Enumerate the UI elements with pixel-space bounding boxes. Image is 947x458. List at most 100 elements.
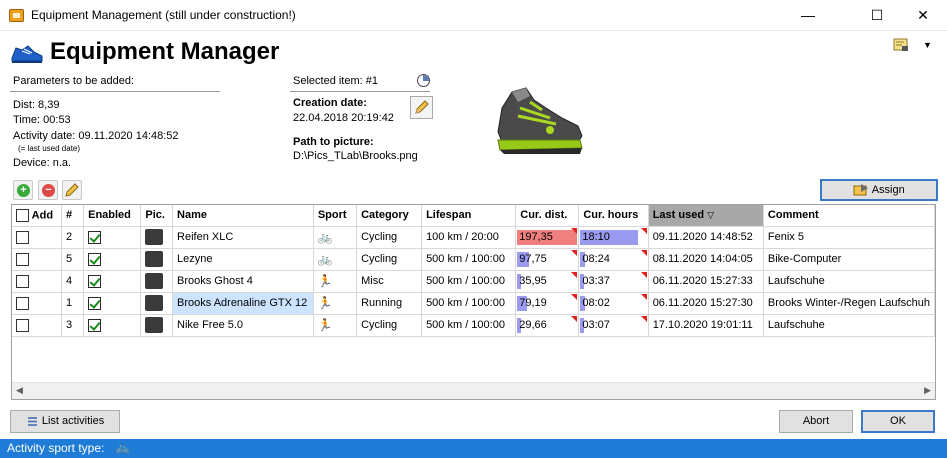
scroll-left-icon[interactable]: ◀ — [16, 385, 23, 396]
enabled-checkbox[interactable] — [88, 230, 102, 244]
table-header: Add # Enabled Pic. Name Sport Category L… — [12, 205, 935, 227]
name-cell[interactable]: Nike Free 5.0 — [172, 314, 314, 337]
column-header-comment[interactable]: Comment — [763, 205, 935, 227]
warning-marker — [571, 249, 578, 256]
running-icon: 🏃 — [317, 318, 333, 332]
enabled-checkbox[interactable] — [88, 252, 102, 266]
column-header-last-used[interactable]: Last used ▽ — [648, 205, 764, 227]
sport-cell: 🏃 — [313, 314, 358, 337]
column-header-cur-dist[interactable]: Cur. dist. — [515, 205, 580, 227]
name-cell[interactable]: Lezyne — [172, 248, 314, 271]
column-header-category[interactable]: Category — [356, 205, 423, 227]
title-bar: Equipment Management (still under constr… — [0, 0, 947, 31]
column-header-name[interactable]: Name — [172, 205, 314, 227]
close-button[interactable]: ✕ — [900, 0, 946, 31]
add-checkbox[interactable] — [16, 318, 29, 332]
add-cell[interactable] — [12, 292, 62, 315]
comment-cell: Bike-Computer — [763, 248, 935, 271]
warning-marker — [571, 227, 578, 234]
cycling-icon: 🚲 — [115, 440, 130, 454]
divider — [10, 91, 220, 92]
add-cell[interactable] — [12, 248, 62, 271]
add-item-button[interactable]: + — [13, 180, 33, 200]
table-row[interactable]: 4 Brooks Ghost 4 🏃 Misc 500 km / 100:00 35,95… — [12, 270, 935, 293]
add-cell[interactable] — [12, 314, 62, 337]
cycling-icon: 🚲 — [317, 252, 333, 266]
column-header-lifespan[interactable]: Lifespan — [421, 205, 517, 227]
path-value: D:\Pics_TLab\Brooks.png — [293, 150, 418, 162]
category-cell: Cycling — [356, 226, 423, 249]
param-device: Device: n.a. — [13, 157, 72, 169]
last-used-cell: 17.10.2020 19:01:11 — [648, 314, 764, 337]
add-checkbox[interactable] — [16, 274, 29, 288]
enabled-cell[interactable] — [83, 226, 142, 249]
table-row[interactable]: 1 Brooks Adrenaline GTX 12 🏃 Running 500 km … — [12, 292, 935, 315]
column-header-pic[interactable]: Pic. — [140, 205, 174, 227]
column-header-sport[interactable]: Sport — [313, 205, 358, 227]
pic-cell — [140, 292, 174, 315]
edit-date-button[interactable] — [410, 96, 433, 119]
select-all-checkbox[interactable] — [16, 208, 29, 222]
enabled-checkbox[interactable] — [88, 296, 102, 310]
warning-marker — [571, 271, 578, 278]
abort-button[interactable]: Abort — [779, 410, 853, 433]
divider — [290, 91, 430, 92]
enabled-cell[interactable] — [83, 292, 142, 315]
table-row[interactable]: 2 Reifen XLC 🚲 Cycling 100 km / 20:00 197,35 1… — [12, 226, 935, 249]
num-cell: 1 — [61, 292, 85, 315]
pie-chart-icon[interactable] — [417, 74, 430, 87]
pic-cell — [140, 248, 174, 271]
enabled-cell[interactable] — [83, 314, 142, 337]
add-checkbox[interactable] — [16, 230, 29, 244]
comment-cell: Laufschuhe — [763, 270, 935, 293]
enabled-cell[interactable] — [83, 248, 142, 271]
pic-cell — [140, 270, 174, 293]
column-header-add[interactable]: Add — [12, 205, 62, 227]
add-cell[interactable] — [12, 226, 62, 249]
maximize-button[interactable]: ☐ — [854, 0, 900, 31]
scroll-right-icon[interactable]: ▶ — [924, 385, 931, 396]
warning-marker — [640, 227, 647, 234]
remove-item-button[interactable]: − — [38, 180, 58, 200]
pic-cell — [140, 314, 174, 337]
name-cell[interactable]: Reifen XLC — [172, 226, 314, 249]
name-cell[interactable]: Brooks Ghost 4 — [172, 270, 314, 293]
lifespan-cell: 500 km / 100:00 — [421, 314, 517, 337]
last-used-cell: 09.11.2020 14:48:52 — [648, 226, 764, 249]
warning-marker — [571, 315, 578, 322]
table-row[interactable]: 3 Nike Free 5.0 🏃 Cycling 500 km / 100:00 29,… — [12, 314, 935, 337]
sport-cell: 🚲 — [313, 248, 358, 271]
equipment-table: Add # Enabled Pic. Name Sport Category L… — [11, 204, 936, 400]
column-header-num[interactable]: # — [61, 205, 85, 227]
window-title: Equipment Management (still under constr… — [31, 8, 296, 22]
warning-marker — [640, 315, 647, 322]
pic-cell — [140, 226, 174, 249]
column-header-enabled[interactable]: Enabled — [83, 205, 142, 227]
enabled-checkbox[interactable] — [88, 274, 102, 288]
edit-item-button[interactable] — [62, 180, 82, 200]
sort-desc-icon: ▽ — [707, 210, 715, 221]
table-row[interactable]: 5 Lezyne 🚲 Cycling 500 km / 100:00 97,75 08:24… — [12, 248, 935, 271]
name-cell[interactable]: Brooks Adrenaline GTX 12 — [172, 292, 314, 315]
num-cell: 4 — [61, 270, 85, 293]
minimize-button[interactable]: — — [785, 0, 831, 31]
list-activities-button[interactable]: List activities — [10, 410, 120, 433]
equipment-picture — [497, 87, 583, 154]
enabled-checkbox[interactable] — [88, 318, 102, 332]
enabled-cell[interactable] — [83, 270, 142, 293]
add-cell[interactable] — [12, 270, 62, 293]
chevron-down-icon[interactable]: ▼ — [923, 40, 932, 50]
add-checkbox[interactable] — [16, 296, 29, 310]
add-checkbox[interactable] — [16, 252, 29, 266]
assign-button[interactable]: Assign — [820, 179, 938, 201]
page-title: Equipment Manager — [50, 38, 280, 65]
category-cell: Cycling — [356, 314, 423, 337]
comment-cell: Brooks Winter-/Regen Laufschuh — [763, 292, 935, 315]
params-title: Parameters to be added: — [13, 75, 135, 87]
ok-button[interactable]: OK — [861, 410, 935, 433]
path-label: Path to picture: — [293, 136, 374, 148]
notes-icon[interactable] — [893, 38, 909, 52]
horizontal-scrollbar[interactable]: ◀ ▶ — [12, 382, 935, 399]
list-icon — [27, 416, 37, 426]
column-header-cur-hours[interactable]: Cur. hours — [578, 205, 649, 227]
